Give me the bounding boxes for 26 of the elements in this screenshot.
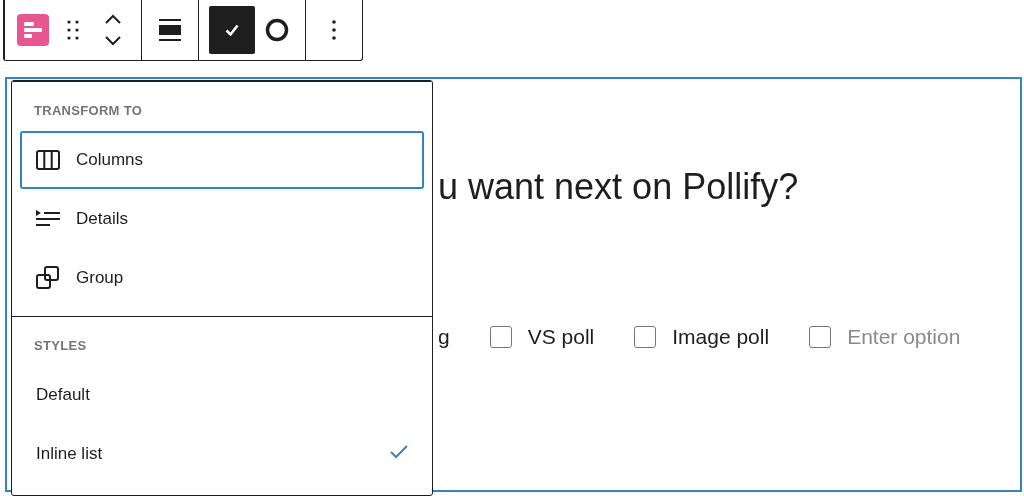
section-heading: STYLES	[33, 337, 88, 355]
chevron-up-down-icon	[104, 14, 122, 46]
checkbox[interactable]	[489, 326, 512, 348]
checkbox[interactable]	[809, 326, 832, 348]
menu-item[interactable]: Columns	[20, 131, 424, 189]
align-wide-icon	[159, 19, 181, 41]
option-input-field[interactable]: Enter option	[847, 325, 988, 349]
option-label: VS poll	[527, 325, 595, 349]
menu-item[interactable]: Default	[20, 366, 424, 424]
menu-item[interactable]: Inline list	[20, 425, 424, 483]
drag-handle-icon	[67, 20, 79, 40]
section-heading: TRANSFORM TO	[33, 102, 144, 120]
option-label: g	[438, 325, 450, 349]
group-icon	[36, 266, 60, 290]
poll-question: u want next on Pollify?	[438, 165, 800, 209]
block-type-icon	[17, 14, 49, 46]
circle-icon	[265, 18, 289, 42]
details-icon	[36, 210, 60, 228]
more-options-icon	[332, 20, 336, 40]
checkmark-icon	[225, 24, 239, 36]
columns-icon	[36, 150, 60, 170]
option-label: Image poll	[672, 325, 770, 349]
checkbox[interactable]	[634, 326, 657, 348]
menu-item[interactable]: Details	[20, 190, 424, 248]
checkbox-style-button[interactable]	[209, 6, 255, 54]
menu-item[interactable]: Group	[20, 249, 424, 307]
